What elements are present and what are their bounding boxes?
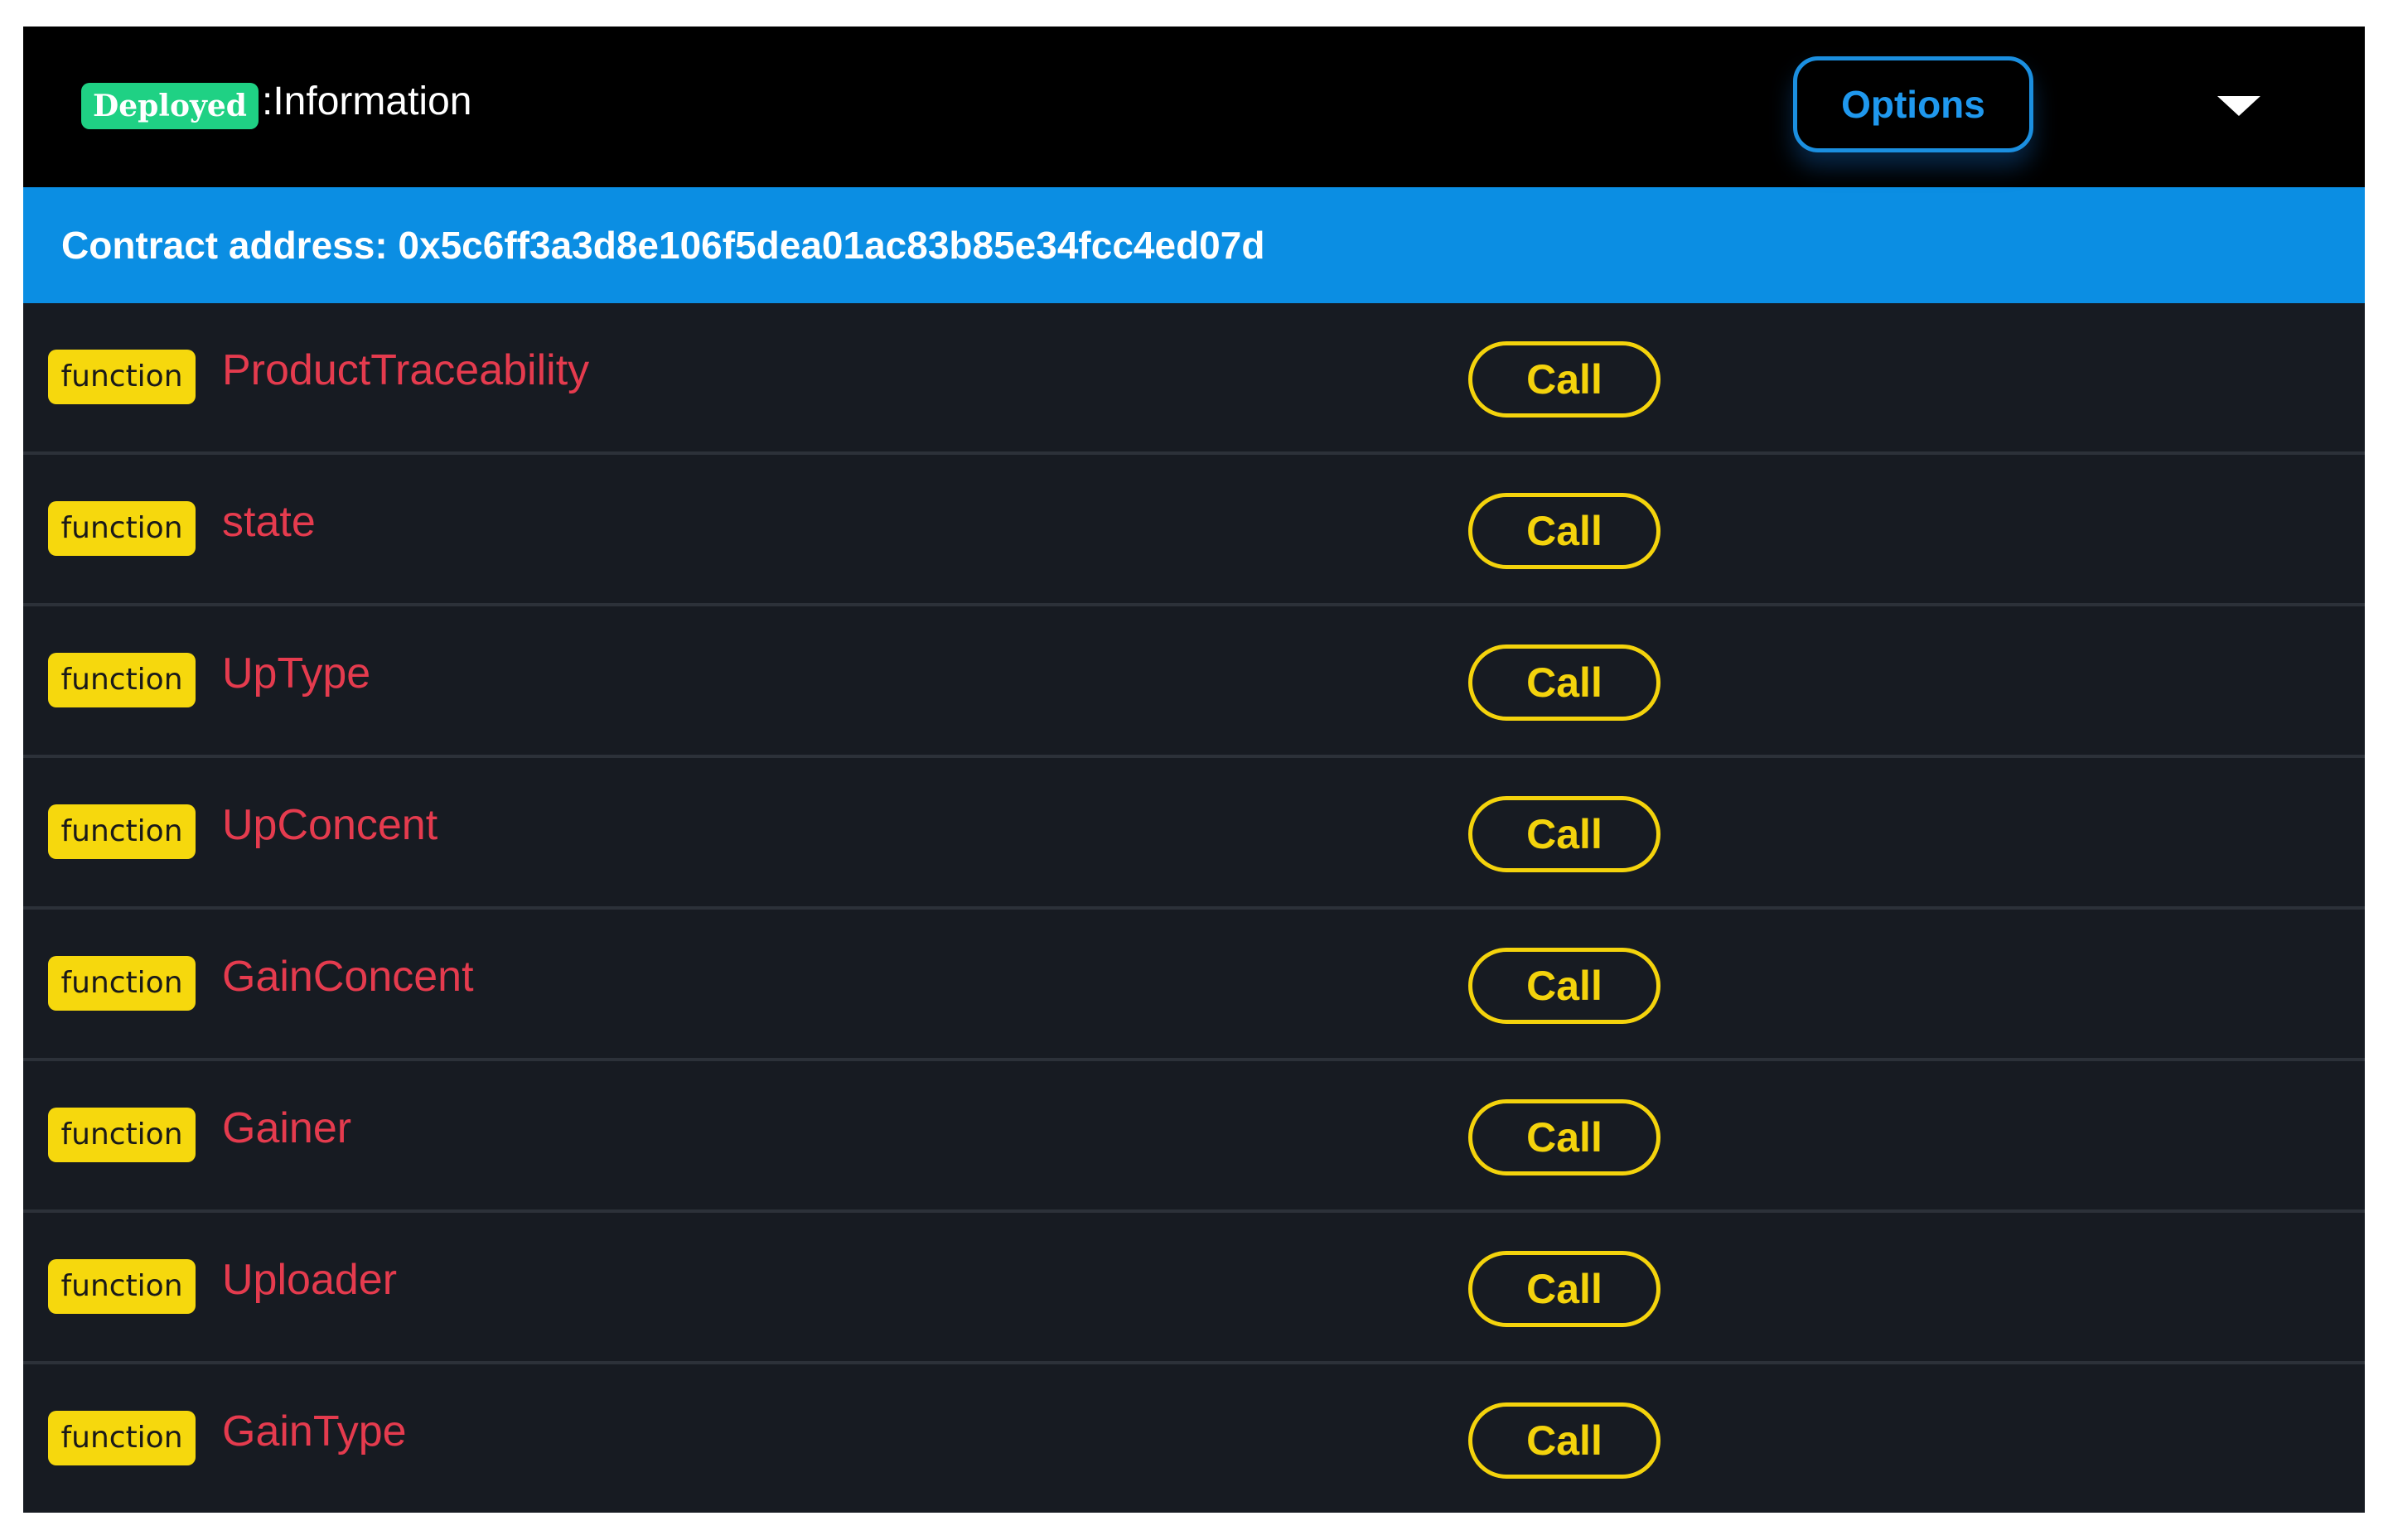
function-type-badge: function xyxy=(48,1411,196,1465)
function-row: function UpConcent Call xyxy=(23,758,2365,910)
function-row: function Gainer Call xyxy=(23,1061,2365,1213)
deployed-status-badge: Deployed xyxy=(81,83,259,129)
call-button[interactable]: Call xyxy=(1468,948,1660,1024)
function-row: function GainType Call xyxy=(23,1364,2365,1513)
chevron-down-icon[interactable] xyxy=(2217,96,2260,116)
function-row: function state Call xyxy=(23,455,2365,606)
function-row: function UpType Call xyxy=(23,606,2365,758)
call-button[interactable]: Call xyxy=(1468,1251,1660,1327)
function-type-badge: function xyxy=(48,501,196,556)
call-button[interactable]: Call xyxy=(1468,644,1660,721)
function-row: function ProductTraceability Call xyxy=(23,303,2365,455)
function-name: UpConcent xyxy=(222,801,438,849)
function-type-badge: function xyxy=(48,956,196,1011)
call-button[interactable]: Call xyxy=(1468,493,1660,569)
call-button[interactable]: Call xyxy=(1468,1402,1660,1479)
function-type-badge: function xyxy=(48,653,196,707)
function-name: Gainer xyxy=(222,1104,352,1152)
options-button[interactable]: Options xyxy=(1793,56,2033,152)
contract-address-bar: Contract address: 0x5c6ff3a3d8e106f5dea0… xyxy=(23,187,2365,303)
function-name: Uploader xyxy=(222,1256,398,1304)
function-type-badge: function xyxy=(48,1108,196,1162)
function-list: function ProductTraceability Call functi… xyxy=(23,303,2365,1513)
function-name: GainType xyxy=(222,1407,407,1456)
function-type-badge: function xyxy=(48,350,196,404)
function-name: UpType xyxy=(222,649,371,698)
function-name: state xyxy=(222,498,316,546)
contract-address: Contract address: 0x5c6ff3a3d8e106f5dea0… xyxy=(61,224,1265,267)
call-button[interactable]: Call xyxy=(1468,796,1660,872)
contract-panel: Deployed :Information Options Contract a… xyxy=(23,27,2365,1513)
function-type-badge: function xyxy=(48,1259,196,1314)
contract-title: :Information xyxy=(262,80,472,123)
contract-header: Deployed :Information Options xyxy=(23,27,2365,187)
function-row: function GainConcent Call xyxy=(23,910,2365,1061)
call-button[interactable]: Call xyxy=(1468,341,1660,418)
function-type-badge: function xyxy=(48,804,196,859)
function-row: function Uploader Call xyxy=(23,1213,2365,1364)
function-name: ProductTraceability xyxy=(222,346,590,394)
function-name: GainConcent xyxy=(222,953,474,1001)
call-button[interactable]: Call xyxy=(1468,1099,1660,1176)
